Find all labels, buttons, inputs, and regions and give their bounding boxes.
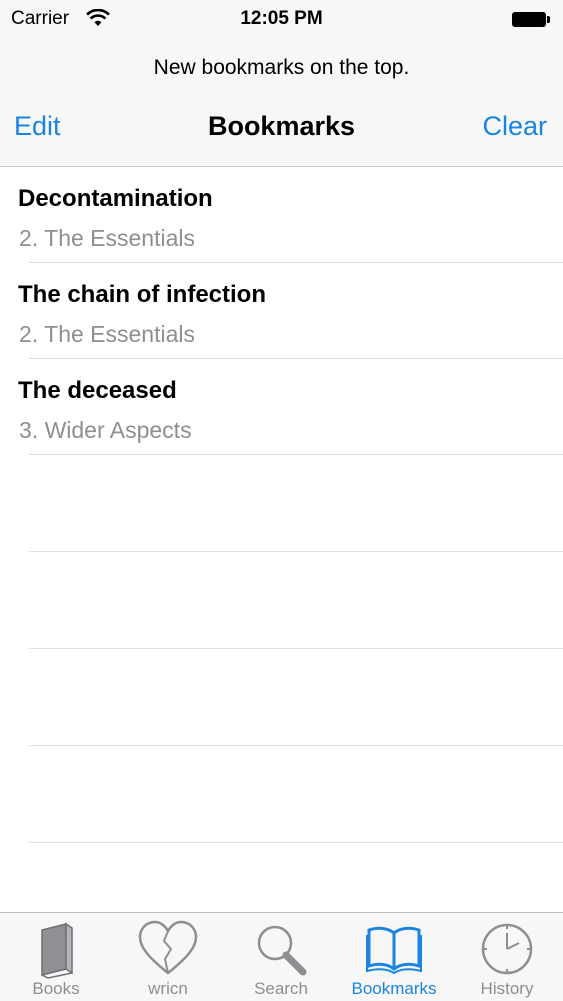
magnifier-icon: [257, 925, 307, 976]
tab-bar: Books wricn Search Bookmarks History: [0, 912, 563, 1001]
bookmark-row[interactable]: The chain of infection 2. The Essentials: [0, 263, 563, 359]
empty-row: [0, 455, 563, 552]
bookmark-list: Decontamination 2. The Essentials The ch…: [0, 167, 563, 843]
bookmarks-hint: New bookmarks on the top.: [153, 56, 410, 79]
empty-row: [0, 649, 563, 746]
tab-books[interactable]: Books: [0, 913, 112, 1001]
bookmark-row[interactable]: The deceased 3. Wider Aspects: [0, 359, 563, 455]
heart-icon: [138, 920, 198, 975]
empty-row: [0, 552, 563, 649]
bookmark-title: The deceased: [18, 377, 177, 404]
row-separator: [29, 842, 563, 843]
tab-label: Search: [254, 979, 308, 998]
tab-label: History: [480, 979, 534, 998]
page-title: Bookmarks: [207, 111, 356, 141]
tab-label: Bookmarks: [351, 979, 437, 998]
open-book-icon: [366, 926, 422, 975]
tab-label: wricn: [148, 979, 188, 998]
book-icon: [41, 922, 73, 979]
tab-wricn[interactable]: wricn: [112, 913, 224, 1001]
clock-icon: [481, 923, 533, 975]
bookmark-row[interactable]: Decontamination 2. The Essentials: [0, 167, 563, 263]
tab-label: Books: [32, 979, 80, 998]
bookmark-chapter: 2. The Essentials: [19, 225, 196, 251]
tab-history[interactable]: History: [451, 913, 563, 1001]
battery-icon: [512, 12, 550, 27]
bookmark-title: Decontamination: [18, 185, 213, 212]
clock-time: 12:05 PM: [240, 8, 323, 29]
tab-search[interactable]: Search: [225, 913, 337, 1001]
status-bar: Carrier 12:05 PM: [0, 0, 563, 40]
empty-row: [0, 746, 563, 843]
clear-button[interactable]: Clear: [482, 111, 547, 142]
bookmark-chapter: 2. The Essentials: [19, 321, 196, 347]
bookmark-chapter: 3. Wider Aspects: [19, 417, 192, 443]
tab-bookmarks[interactable]: Bookmarks: [338, 913, 450, 1001]
bookmark-title: The chain of infection: [18, 281, 267, 308]
navigation-bar: New bookmarks on the top. Edit Bookmarks…: [0, 40, 563, 167]
